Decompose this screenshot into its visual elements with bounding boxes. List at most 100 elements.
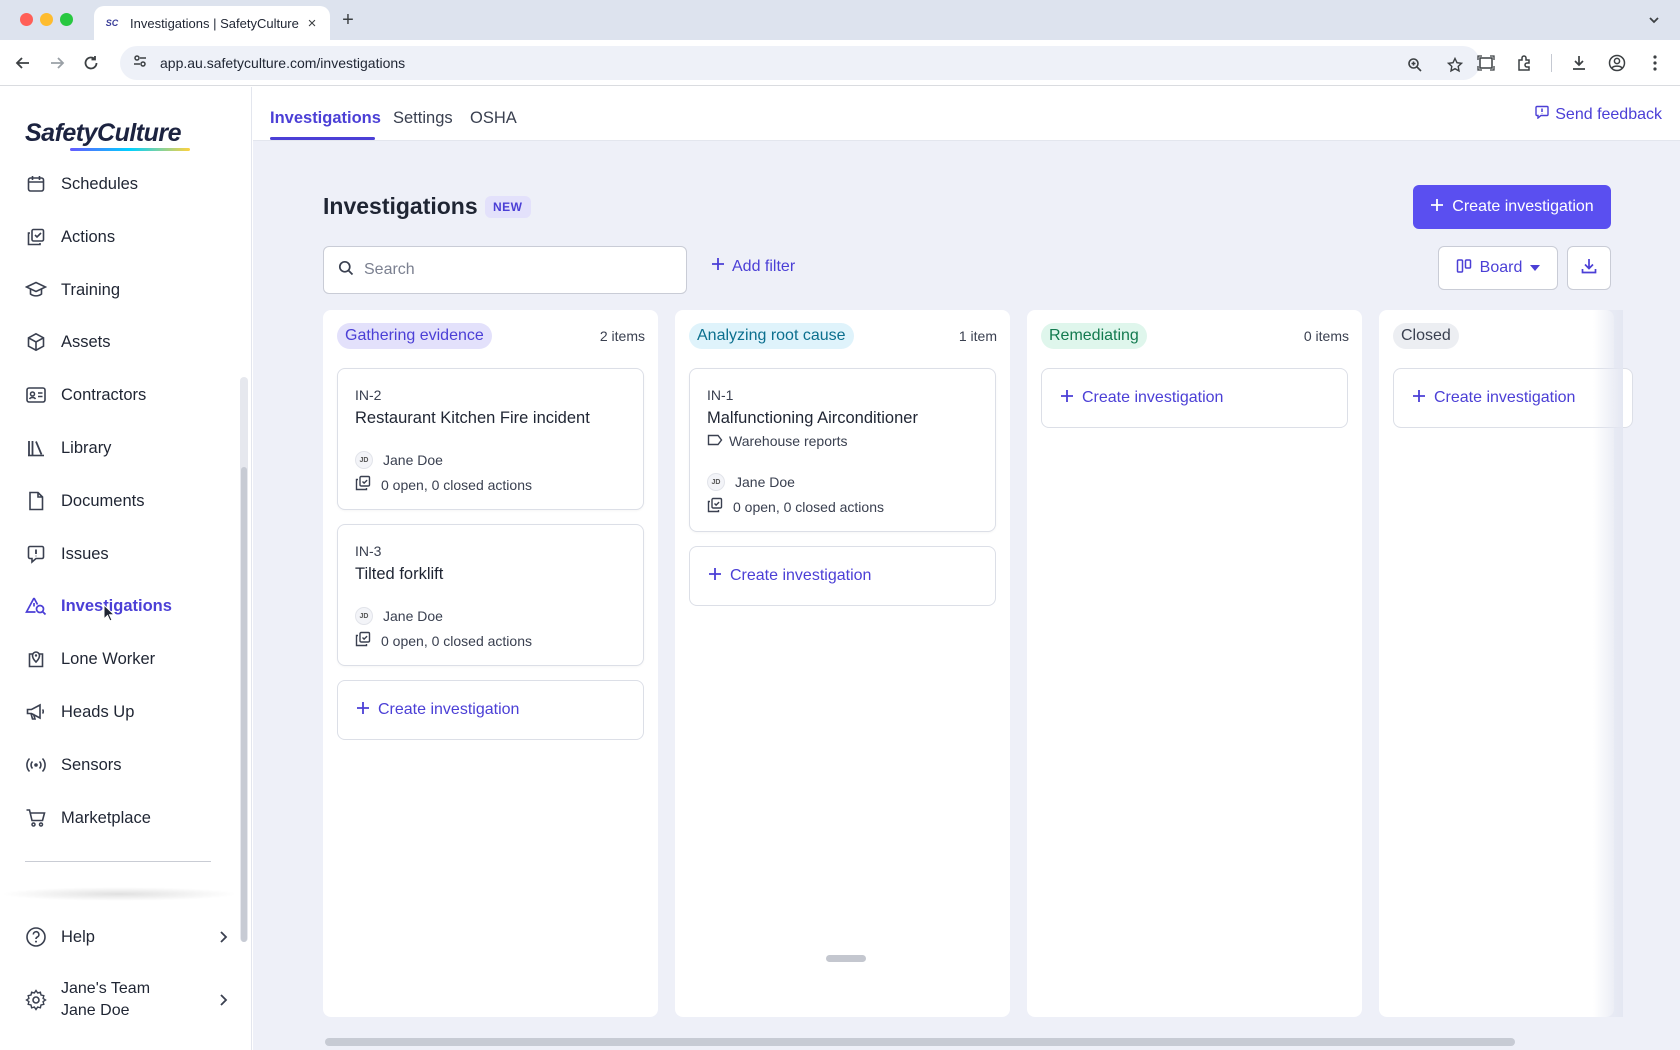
- sidebar-item-schedules[interactable]: Schedules: [0, 162, 238, 206]
- investigation-card-in-3[interactable]: IN-3 Tilted forklift JD Jane Doe 0 open,…: [337, 524, 644, 666]
- sidebar-item-library[interactable]: Library: [0, 426, 238, 470]
- view-switcher-button[interactable]: Board: [1438, 246, 1558, 290]
- create-investigation-label: Create investigation: [730, 567, 872, 584]
- sidebar-bottom-shadow: [0, 887, 238, 901]
- assignee-name: Jane Doe: [383, 452, 443, 468]
- sidebar-item-training[interactable]: Training: [0, 268, 238, 312]
- sidebar-help-button[interactable]: Help: [0, 915, 252, 959]
- chevron-right-icon: [216, 993, 230, 1007]
- column-create-investigation-button[interactable]: Create investigation: [337, 680, 644, 740]
- tab-search-chevron-icon[interactable]: [1644, 10, 1664, 30]
- address-bar[interactable]: app.au.safetyculture.com/investigations: [120, 46, 1480, 80]
- export-button[interactable]: [1567, 246, 1611, 290]
- zoom-icon[interactable]: [1404, 54, 1426, 76]
- investigation-id: IN-3: [355, 543, 382, 559]
- search-icon: [338, 260, 354, 281]
- sidebar-item-sensors[interactable]: Sensors: [0, 743, 238, 787]
- back-icon[interactable]: [12, 52, 34, 74]
- create-investigation-button[interactable]: Create investigation: [1413, 185, 1611, 229]
- sidebar-item-label: Training: [61, 280, 120, 299]
- sidebar-item-heads-up[interactable]: Heads Up: [0, 690, 238, 734]
- calendar-icon: [24, 172, 48, 196]
- browser-menu-icon[interactable]: [1644, 52, 1666, 74]
- column-item-count: 1 item: [958, 328, 997, 344]
- column-analyzing-root-cause: Analyzing root cause 1 item IN-1 Malfunc…: [675, 310, 1010, 1017]
- sidebar-item-label: Schedules: [61, 174, 139, 193]
- id-card-icon: [24, 383, 48, 407]
- investigation-card-in-2[interactable]: IN-2 Restaurant Kitchen Fire incident JD…: [337, 368, 644, 510]
- search-input[interactable]: [364, 261, 664, 279]
- avatar: JD: [355, 607, 373, 625]
- help-icon: [24, 925, 48, 949]
- tag-icon: [707, 433, 723, 449]
- sidebar-item-issues[interactable]: Issues: [0, 532, 238, 576]
- forward-icon[interactable]: [46, 52, 68, 74]
- investigation-card-in-1[interactable]: IN-1 Malfunctioning Airconditioner Wareh…: [689, 368, 996, 532]
- sidebar-item-lone-worker[interactable]: Lone Worker: [0, 637, 238, 681]
- extensions-icon[interactable]: [1513, 52, 1535, 74]
- window-minimize-button[interactable]: [40, 13, 53, 26]
- plus-icon: [708, 567, 722, 586]
- logo-underline: [70, 148, 190, 151]
- investigation-id: IN-2: [355, 387, 382, 403]
- screen-capture-icon[interactable]: [1475, 52, 1497, 74]
- sidebar-item-label: Investigations: [61, 596, 172, 615]
- browser-tab[interactable]: SC Investigations | SafetyCulture ×: [94, 6, 330, 40]
- add-filter-button[interactable]: Add filter: [711, 257, 795, 276]
- avatar: JD: [355, 451, 373, 469]
- feedback-icon: [1535, 105, 1549, 124]
- app-sidebar: SafetyCulture Schedules Actions Training…: [0, 87, 252, 1050]
- column-status-pill: Closed: [1393, 323, 1459, 349]
- investigations-subnav: Investigations Settings OSHA Send feedba…: [253, 87, 1680, 141]
- sidebar-item-label: Sensors: [61, 755, 122, 774]
- board-horizontal-scrollbar[interactable]: [325, 1038, 1515, 1046]
- sensor-icon: [24, 753, 48, 777]
- bookmark-star-icon[interactable]: [1444, 54, 1466, 76]
- search-box[interactable]: [323, 246, 687, 294]
- window-close-button[interactable]: [20, 13, 33, 26]
- sidebar-item-assets[interactable]: Assets: [0, 320, 238, 364]
- tab-settings[interactable]: Settings: [393, 109, 453, 128]
- investigation-title: Malfunctioning Airconditioner: [707, 409, 918, 427]
- active-tab-indicator: [270, 137, 375, 140]
- create-investigation-label: Create investigation: [1082, 389, 1224, 406]
- cart-icon: [24, 806, 48, 830]
- window-maximize-button[interactable]: [60, 13, 73, 26]
- send-feedback-link[interactable]: Send feedback: [1535, 105, 1662, 124]
- assignee-name: Jane Doe: [383, 608, 443, 624]
- actions-icon: [707, 497, 723, 516]
- sidebar-item-marketplace[interactable]: Marketplace: [0, 796, 238, 840]
- sidebar-item-documents[interactable]: Documents: [0, 479, 238, 523]
- sidebar-account-button[interactable]: Jane's Team Jane Doe: [0, 975, 252, 1025]
- user-name: Jane Doe: [61, 1002, 130, 1019]
- gear-icon: [24, 988, 48, 1012]
- page-title: Investigations: [323, 193, 478, 219]
- help-label: Help: [61, 927, 95, 946]
- new-tab-button[interactable]: +: [336, 8, 360, 32]
- sidebar-item-label: Library: [61, 438, 112, 457]
- sidebar-item-investigations[interactable]: Investigations: [0, 584, 238, 628]
- team-name: Jane's Team: [61, 980, 151, 997]
- column-create-investigation-button[interactable]: Create investigation: [1041, 368, 1348, 428]
- sidebar-item-contractors[interactable]: Contractors: [0, 373, 238, 417]
- tab-investigations[interactable]: Investigations: [270, 109, 381, 128]
- create-investigation-label: Create investigation: [1452, 198, 1594, 215]
- toolbar-separator: [1551, 54, 1552, 72]
- megaphone-icon: [24, 700, 48, 724]
- sidebar-scrollbar-thumb[interactable]: [241, 467, 247, 942]
- column-create-investigation-button[interactable]: Create investigation: [689, 546, 996, 606]
- tag-label: Warehouse reports: [729, 433, 848, 449]
- avatar: JD: [707, 473, 725, 491]
- downloads-icon[interactable]: [1568, 52, 1590, 74]
- safetyculture-logo[interactable]: SafetyCulture: [25, 119, 182, 148]
- sidebar-item-actions[interactable]: Actions: [0, 215, 238, 259]
- board-resize-grip[interactable]: [826, 955, 866, 962]
- sidebar-item-label: Marketplace: [61, 808, 151, 827]
- tab-osha[interactable]: OSHA: [470, 109, 517, 128]
- profile-icon[interactable]: [1606, 52, 1628, 74]
- actions-icon: [355, 475, 371, 494]
- site-info-icon[interactable]: [132, 53, 148, 74]
- issue-icon: [24, 542, 48, 566]
- tab-close-icon[interactable]: ×: [304, 15, 320, 32]
- reload-icon[interactable]: [80, 52, 102, 74]
